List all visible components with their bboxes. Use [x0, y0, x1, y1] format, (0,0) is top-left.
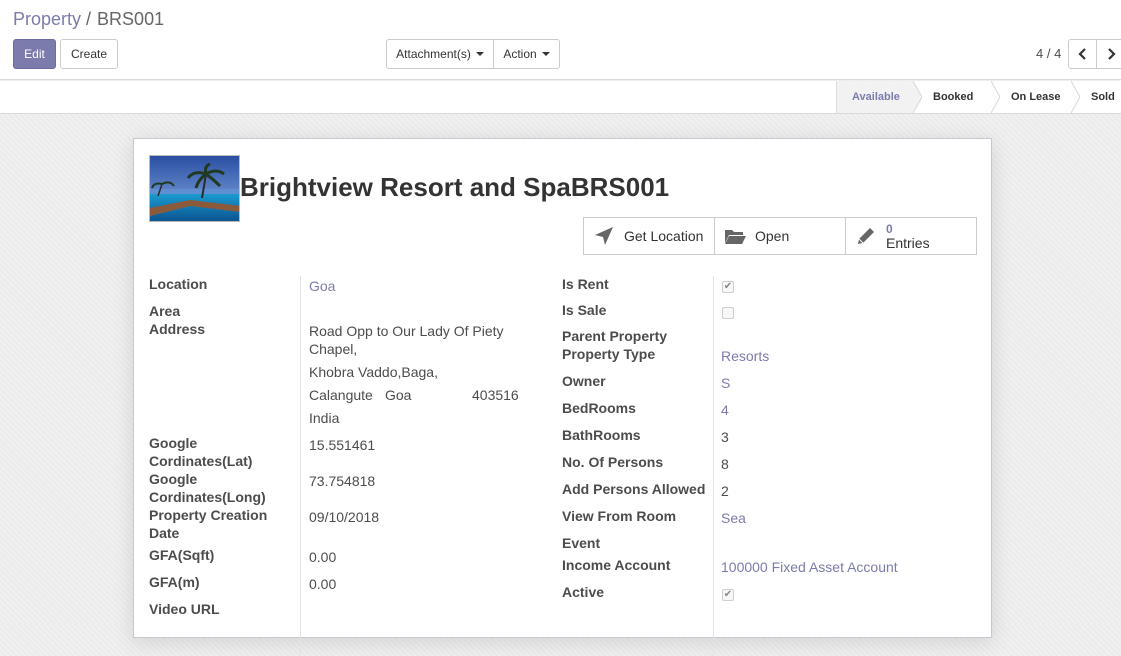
address-state: Goa: [385, 387, 412, 403]
longitude-value: 73.754818: [309, 473, 376, 489]
action-dropdown[interactable]: Action: [493, 39, 560, 69]
pager-previous-button[interactable]: [1068, 39, 1097, 69]
active-checkbox[interactable]: ✔: [722, 589, 734, 601]
breadcrumb-parent-link[interactable]: Property: [13, 9, 81, 29]
gfa-sqft-value: 0.00: [309, 549, 337, 565]
creation-date-label-line1: Property Creation: [149, 507, 268, 523]
record-title: Brightview Resort and SpaBRS001: [240, 172, 670, 202]
address-label: Address: [149, 321, 206, 337]
income-account-label: Income Account: [562, 557, 671, 573]
folder-open-icon: [725, 230, 746, 244]
persons-value: 8: [721, 456, 729, 472]
entries-count: 0: [886, 222, 893, 236]
latitude-value: 15.551461: [309, 437, 376, 453]
stage-label: Booked: [933, 91, 974, 103]
form-sheet: Brightview Resort and SpaBRS001 Get Loca…: [133, 138, 992, 656]
view-from-room-value[interactable]: Sea: [721, 509, 746, 527]
pencil-icon: [858, 228, 874, 244]
property-image: [149, 155, 240, 222]
event-label: Event: [562, 535, 601, 551]
creation-date-label-line2: Date: [149, 525, 180, 541]
pager-next-button[interactable]: [1096, 39, 1121, 69]
address-street: Road Opp to Our Lady Of Piety: [309, 323, 504, 339]
bedrooms-value[interactable]: 4: [721, 401, 729, 419]
stage-arrow-icon: [1071, 81, 1080, 113]
location-label: Location: [149, 276, 208, 292]
creation-date-value: 09/10/2018: [309, 509, 380, 525]
property-type-label: Property Type: [562, 346, 656, 362]
action-dropdown-label: Action: [503, 47, 537, 61]
resort-photo-icon: [150, 156, 239, 221]
owner-label: Owner: [562, 373, 606, 389]
video-url-label: Video URL: [149, 601, 220, 617]
breadcrumb-current: BRS001: [97, 9, 165, 29]
owner-value[interactable]: S: [721, 374, 730, 392]
address-street-continued: Chapel,: [309, 341, 358, 357]
breadcrumb: Property / BRS001: [13, 9, 164, 30]
add-persons-value: 2: [721, 483, 729, 499]
stage-label: Available: [852, 91, 900, 103]
entries-button[interactable]: 0 Entries: [845, 217, 977, 255]
entries-label: Entries: [886, 235, 930, 251]
attachments-dropdown-label: Attachment(s): [396, 47, 471, 61]
gfa-m-value: 0.00: [309, 576, 337, 592]
open-label: Open: [755, 228, 790, 244]
stage-label: Sold: [1091, 91, 1115, 103]
create-button[interactable]: Create: [60, 39, 118, 69]
parent-property-label: Parent Property: [562, 328, 668, 344]
gfa-sqft-label: GFA(Sqft): [149, 547, 215, 563]
open-button[interactable]: Open: [714, 217, 846, 255]
is-rent-checkbox[interactable]: ✔: [722, 281, 734, 293]
is-rent-label: Is Rent: [562, 276, 609, 292]
chevron-left-icon: [1077, 48, 1086, 60]
longitude-label-line1: Google: [149, 471, 198, 487]
location-value[interactable]: Goa: [309, 277, 335, 295]
gfa-m-label: GFA(m): [149, 574, 200, 590]
caret-down-icon: [541, 52, 550, 56]
stage-arrow-icon: [991, 81, 1000, 113]
check-icon: ✔: [723, 589, 733, 600]
statusbar: Available Booked On Lease Sold: [0, 81, 1121, 114]
stage-arrow-icon: [913, 81, 922, 113]
get-location-label: Get Location: [624, 228, 704, 244]
stage-on-lease[interactable]: On Lease: [991, 81, 1080, 113]
is-sale-checkbox[interactable]: [722, 307, 734, 319]
location-arrow-icon: [595, 227, 613, 245]
right-column-divider: [713, 276, 714, 656]
pager-value: 4 / 4: [1036, 46, 1062, 61]
check-icon: ✔: [723, 281, 733, 292]
property-type-value[interactable]: Resorts: [721, 347, 769, 365]
bathrooms-label: BathRooms: [562, 427, 641, 443]
bathrooms-value: 3: [721, 429, 729, 445]
latitude-label-line1: Google: [149, 435, 198, 451]
is-sale-label: Is Sale: [562, 302, 607, 318]
status-stages: Available Booked On Lease Sold: [836, 81, 1121, 113]
address-country: India: [309, 410, 340, 426]
income-account-value[interactable]: 100000 Fixed Asset Account: [721, 558, 898, 576]
edit-button[interactable]: Edit: [13, 39, 56, 69]
latitude-label-line2: Cordinates(Lat): [149, 453, 253, 469]
control-panel: Property / BRS001 Edit Create Attachment(s…: [0, 0, 1121, 80]
area-label: Area: [149, 303, 181, 319]
bedrooms-label: BedRooms: [562, 400, 636, 416]
stage-available[interactable]: Available: [837, 81, 922, 113]
longitude-label-line2: Cordinates(Long): [149, 489, 266, 505]
add-persons-label: Add Persons Allowed: [562, 481, 706, 497]
breadcrumb-separator: /: [86, 9, 92, 29]
address-street2: Khobra Vaddo,Baga,: [309, 364, 438, 380]
get-location-button[interactable]: Get Location: [583, 217, 715, 255]
persons-label: No. Of Persons: [562, 454, 664, 470]
stage-label: On Lease: [1011, 91, 1061, 103]
address-zip: 403516: [472, 387, 519, 403]
address-city: Calangute: [309, 387, 373, 403]
entries-stat: 0 Entries: [886, 222, 930, 250]
chevron-right-icon: [1107, 48, 1116, 60]
attachments-dropdown[interactable]: Attachment(s): [386, 39, 494, 69]
caret-down-icon: [475, 52, 484, 56]
view-from-room-label: View From Room: [562, 508, 677, 524]
left-column-divider: [300, 276, 301, 656]
active-label: Active: [562, 584, 605, 600]
stage-booked[interactable]: Booked: [913, 81, 1000, 113]
